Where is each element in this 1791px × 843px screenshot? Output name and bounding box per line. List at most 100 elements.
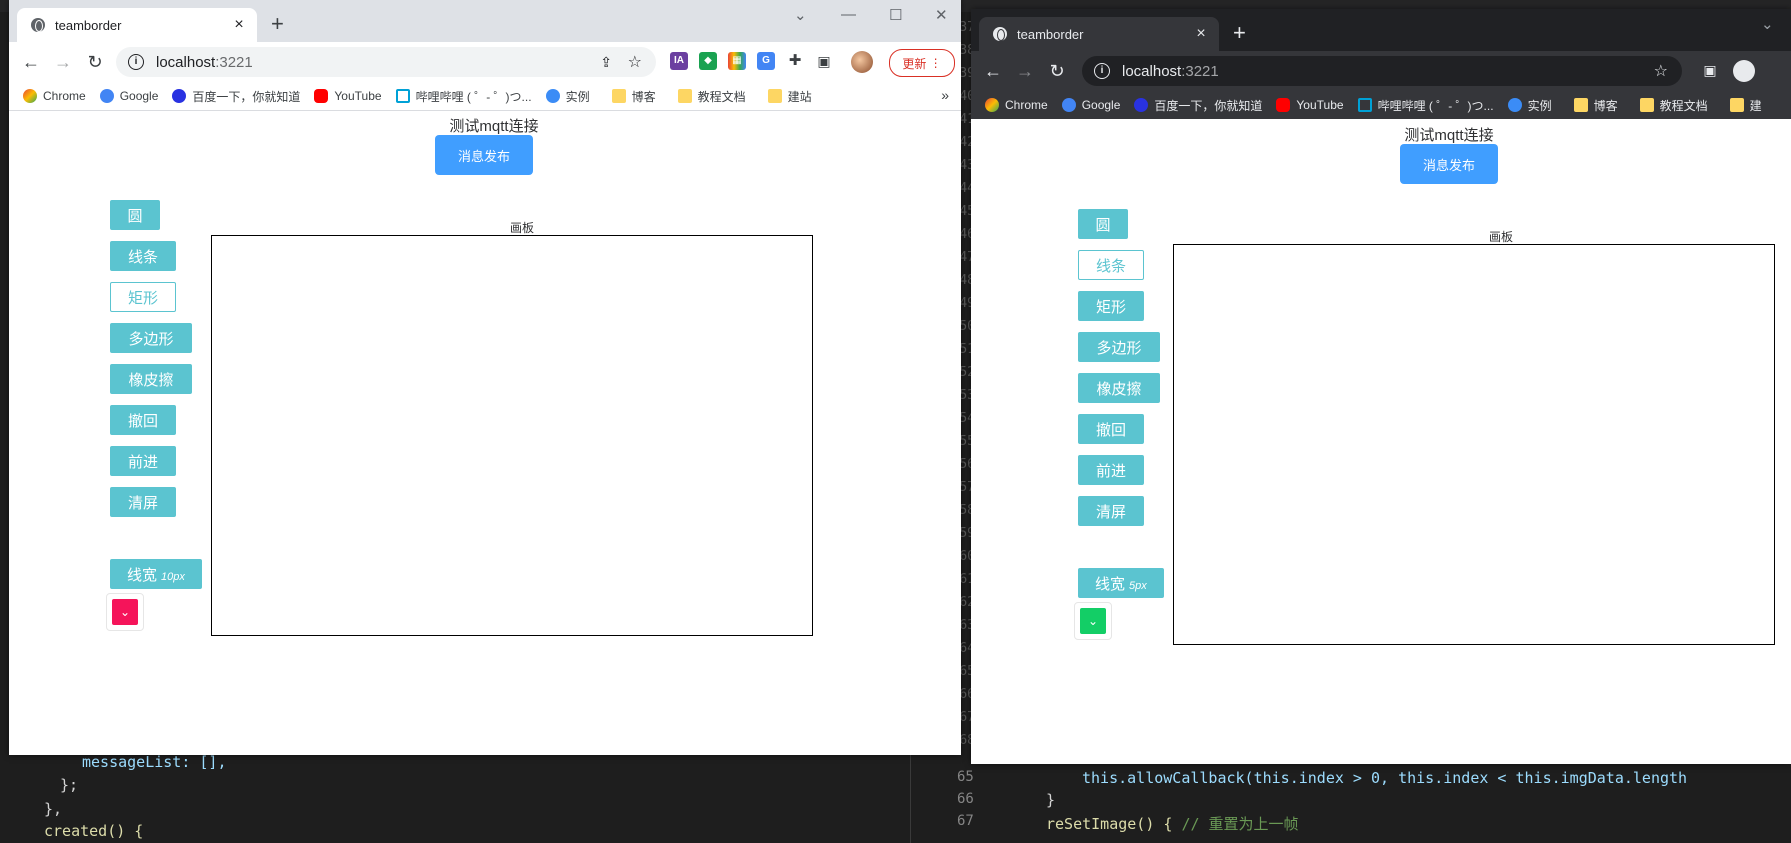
chevron-down-icon: ⌄ <box>1080 608 1106 634</box>
update-button[interactable]: 更新 ⋮ <box>889 49 955 77</box>
bookmark-folder[interactable]: 博客 <box>611 88 656 105</box>
reload-button[interactable]: ↻ <box>1045 59 1069 83</box>
url-host: localhost <box>1122 62 1182 80</box>
baidu-icon <box>1134 98 1149 112</box>
share-icon[interactable]: ⇪ <box>600 54 612 71</box>
browser-tab[interactable]: teamborder × <box>979 17 1219 51</box>
extensions-puzzle-icon[interactable]: ✚ <box>786 52 804 70</box>
bookmark-item[interactable]: 哔哩哔哩 ( ゜- ゜)つ... <box>1357 97 1494 114</box>
side-panel-icon[interactable]: ▣ <box>815 52 833 70</box>
tool-button[interactable]: 矩形 <box>110 282 176 312</box>
baidu-icon <box>172 89 187 103</box>
tab-search-icon[interactable]: ⌄ <box>1761 15 1774 33</box>
tool-button[interactable]: 圆 <box>110 200 160 230</box>
tool-button[interactable]: 矩形 <box>1078 291 1144 321</box>
chrome-icon <box>985 98 999 112</box>
forward-button[interactable]: → <box>51 50 75 74</box>
publish-message-button[interactable]: 消息发布 <box>1400 144 1498 184</box>
bookmark-star-icon[interactable]: ☆ <box>628 52 642 72</box>
info-icon[interactable]: i <box>128 54 144 70</box>
new-tab-button[interactable]: + <box>1233 21 1246 45</box>
translate-icon[interactable]: G <box>757 52 775 70</box>
more-bookmarks-icon[interactable]: » <box>941 87 949 103</box>
tool-button[interactable]: 线条 <box>110 241 176 271</box>
maximize-button[interactable]: ☐ <box>889 6 902 24</box>
info-icon[interactable]: i <box>1094 63 1110 79</box>
close-window-button[interactable]: ✕ <box>935 6 948 24</box>
tab-title: teamborder <box>1017 26 1084 42</box>
tool-button[interactable]: 橡皮擦 <box>1078 373 1160 403</box>
publish-message-button[interactable]: 消息发布 <box>435 135 533 175</box>
bookmark-item[interactable]: 实例 <box>545 88 590 105</box>
globe-icon <box>31 18 45 32</box>
canvas-label: 画板 <box>509 221 534 235</box>
cloud-icon <box>1507 98 1522 112</box>
bookmark-item[interactable]: Chrome <box>23 89 86 103</box>
bookmark-folder[interactable]: 建 <box>1729 97 1762 114</box>
incognito-avatar[interactable] <box>1733 60 1755 82</box>
drawing-canvas[interactable] <box>211 235 813 636</box>
color-picker[interactable]: ⌄ <box>1074 602 1112 640</box>
page-title: 测试mqtt连接 <box>449 118 539 135</box>
bookmark-star-icon[interactable]: ☆ <box>1654 61 1668 81</box>
bookmarks-bar: Chrome Google 百度一下，你就知道 YouTube 哔哩哔哩 ( ゜… <box>9 82 961 111</box>
extension-shield-icon[interactable]: ◆ <box>699 52 717 70</box>
back-button[interactable]: ← <box>981 59 1005 83</box>
bookmark-folder[interactable]: 建站 <box>767 88 812 105</box>
bookmark-item[interactable]: 百度一下，你就知道 <box>172 88 300 105</box>
avatar[interactable] <box>851 51 873 73</box>
close-icon[interactable]: × <box>1191 25 1211 43</box>
bookmarks-bar: Chrome Google 百度一下，你就知道 YouTube 哔哩哔哩 ( ゜… <box>971 91 1791 119</box>
bookmark-item[interactable]: Google <box>99 89 158 103</box>
browser-window-left: teamborder × + ⌄ — ☐ ✕ ← → ↻ i localhost… <box>9 0 961 755</box>
bookmark-item[interactable]: Google <box>1061 98 1120 112</box>
bookmark-item[interactable]: Chrome <box>985 98 1048 112</box>
tool-button[interactable]: 线条 <box>1078 250 1144 280</box>
line-width-button[interactable]: 线宽 10px <box>110 559 202 589</box>
extension-color-icon[interactable]: ▦ <box>728 52 746 70</box>
chevron-down-icon: ⌄ <box>112 599 138 625</box>
tool-button[interactable]: 前进 <box>1078 455 1144 485</box>
code-line-number: 67 <box>957 813 974 829</box>
tool-button[interactable]: 多边形 <box>1078 332 1160 362</box>
code-line: messageList: [], <box>82 753 227 771</box>
close-icon[interactable]: × <box>229 16 249 34</box>
bookmark-folder[interactable]: 教程文档 <box>1639 97 1708 114</box>
tool-button[interactable]: 橡皮擦 <box>110 364 192 394</box>
minimize-button[interactable]: — <box>841 6 856 23</box>
tool-button[interactable]: 撤回 <box>110 405 176 435</box>
line-width-button[interactable]: 线宽 5px <box>1078 568 1164 598</box>
color-picker[interactable]: ⌄ <box>106 593 144 631</box>
code-line: this.allowCallback(this.index > 0, this.… <box>1082 769 1688 787</box>
tool-button[interactable]: 圆 <box>1078 209 1128 239</box>
tool-button[interactable]: 清屏 <box>1078 496 1144 526</box>
bookmark-item[interactable]: 哔哩哔哩 ( ゜- ゜)つ... <box>395 88 532 105</box>
bilibili-icon <box>1357 98 1372 112</box>
new-tab-button[interactable]: + <box>271 12 284 36</box>
code-line: }; <box>60 776 79 794</box>
reload-button[interactable]: ↻ <box>83 50 107 74</box>
address-bar[interactable]: i localhost:3221 ⇪ ☆ <box>116 47 656 77</box>
bookmark-item[interactable]: 百度一下，你就知道 <box>1134 97 1262 114</box>
tab-search-icon[interactable]: ⌄ <box>794 6 807 24</box>
bookmark-item[interactable]: 实例 <box>1507 97 1552 114</box>
url-host: localhost <box>156 53 216 71</box>
drawing-canvas[interactable] <box>1173 244 1775 645</box>
forward-button[interactable]: → <box>1013 59 1037 83</box>
bookmark-folder[interactable]: 教程文档 <box>677 88 746 105</box>
bookmark-item[interactable]: YouTube <box>1276 98 1344 112</box>
back-button[interactable]: ← <box>19 50 43 74</box>
tool-button[interactable]: 清屏 <box>110 487 176 517</box>
bookmark-item[interactable]: YouTube <box>314 89 382 103</box>
folder-icon <box>1729 98 1744 112</box>
extension-ia-icon[interactable]: IA <box>670 52 688 70</box>
side-panel-icon[interactable]: ▣ <box>1701 61 1719 79</box>
tool-button[interactable]: 多边形 <box>110 323 192 353</box>
folder-icon <box>611 89 626 103</box>
address-bar[interactable]: i localhost:3221 ☆ <box>1082 56 1682 86</box>
bookmark-folder[interactable]: 博客 <box>1573 97 1618 114</box>
tool-button[interactable]: 撤回 <box>1078 414 1144 444</box>
folder-icon <box>1639 98 1654 112</box>
browser-tab[interactable]: teamborder × <box>17 8 257 42</box>
tool-button[interactable]: 前进 <box>110 446 176 476</box>
